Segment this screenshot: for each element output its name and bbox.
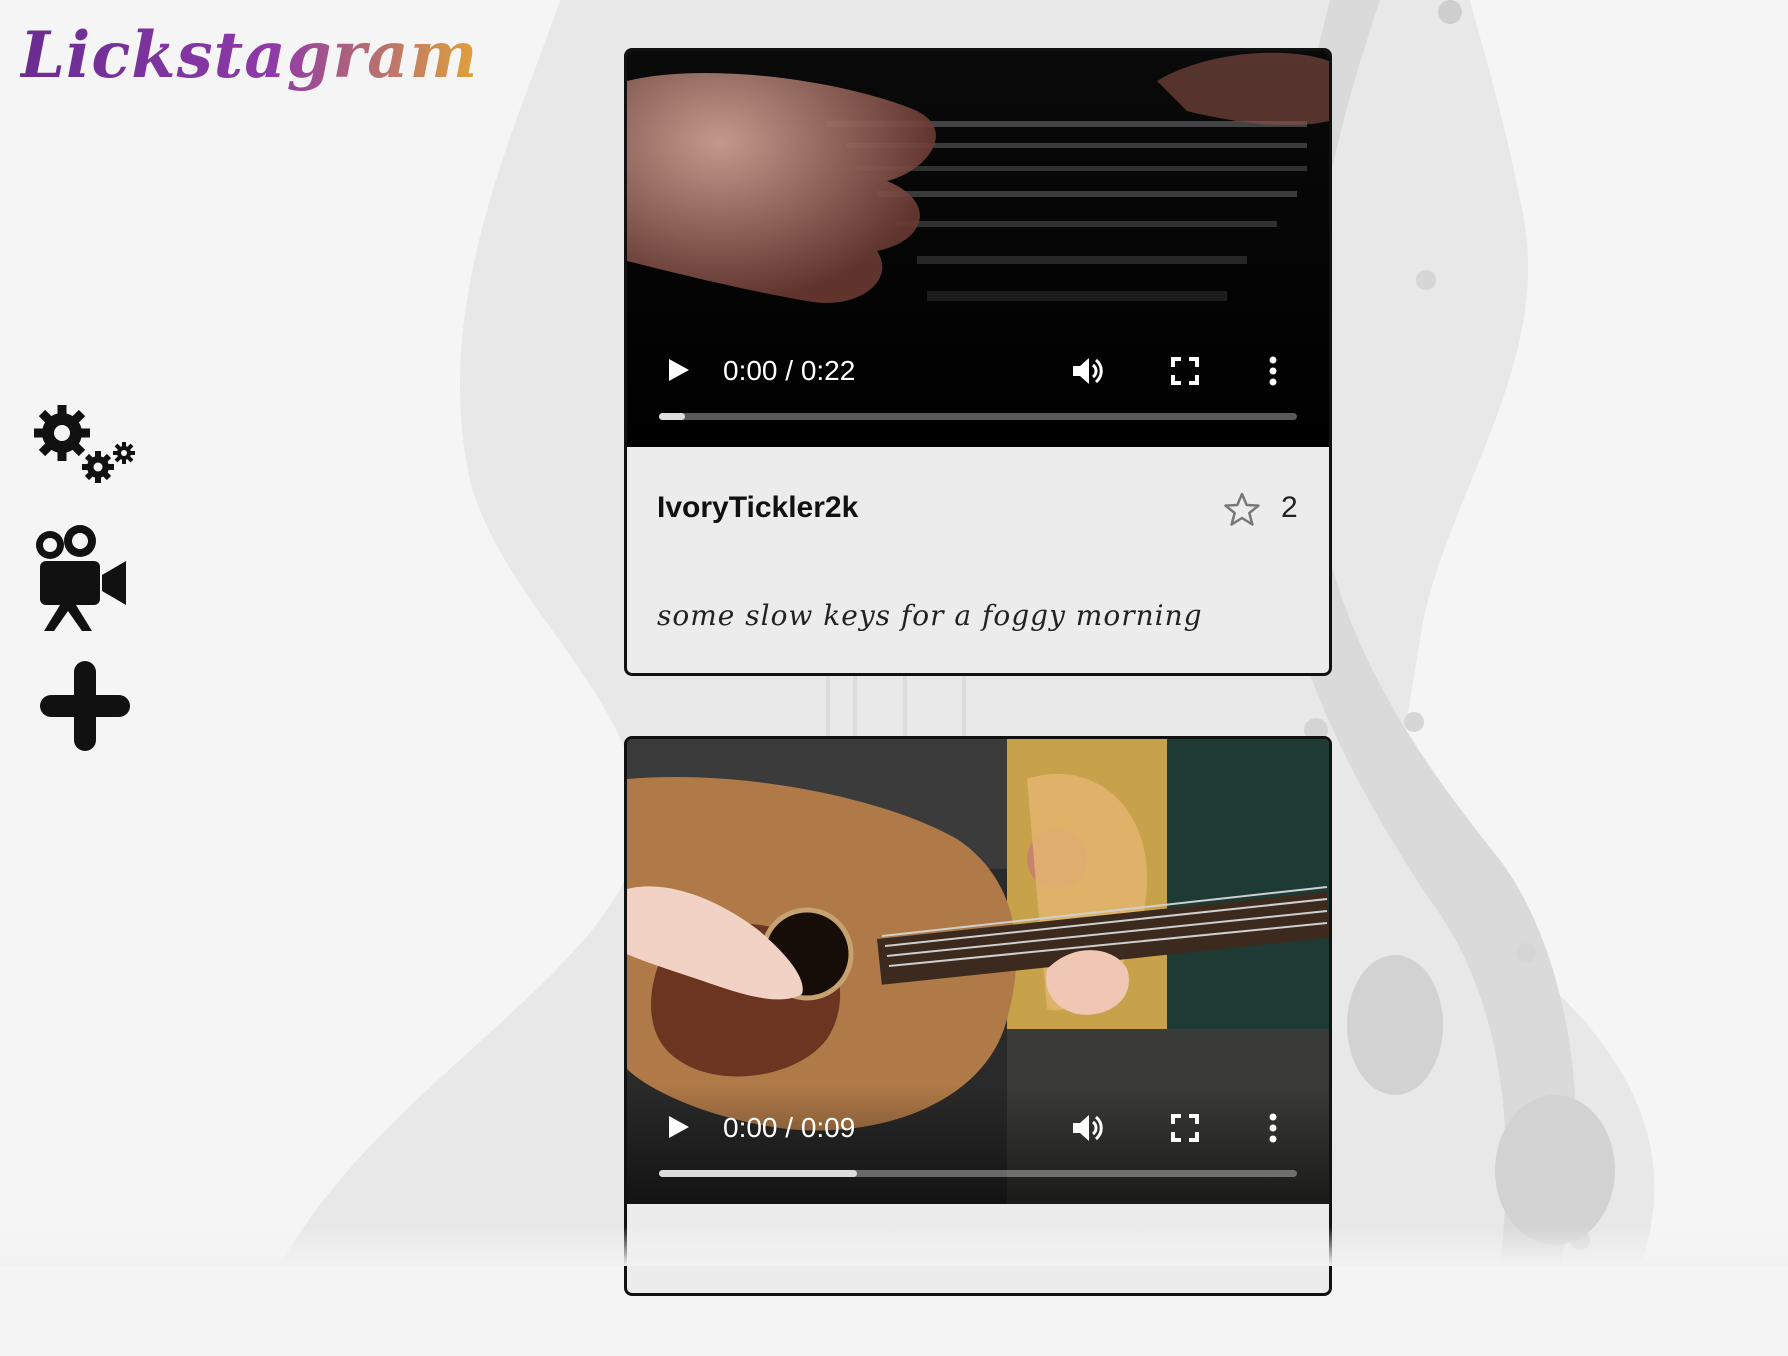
- plus-icon: [40, 661, 130, 751]
- video-time: 0:00 / 0:09: [723, 1112, 856, 1143]
- app-logo[interactable]: Lickstagram: [20, 18, 478, 93]
- videos-button[interactable]: [30, 523, 140, 633]
- video-progress-bar[interactable]: [659, 413, 1297, 420]
- post-caption: some slow keys for a foggy morning: [657, 599, 1203, 632]
- video-controls: 0:00 / 0:22: [627, 327, 1329, 447]
- play-icon[interactable]: [665, 357, 691, 383]
- volume-icon[interactable]: [1071, 1112, 1105, 1144]
- settings-button[interactable]: [30, 395, 140, 505]
- bottom-fade: [0, 1226, 1788, 1266]
- video-progress-fill: [659, 1170, 857, 1177]
- post-card: 0:00 / 0:09: [624, 736, 1332, 1296]
- star-icon[interactable]: [1223, 491, 1261, 529]
- more-options-icon[interactable]: [1267, 355, 1279, 387]
- gears-icon: [34, 405, 135, 483]
- volume-icon[interactable]: [1071, 355, 1105, 387]
- video-controls: 0:00 / 0:09: [627, 1084, 1329, 1204]
- post-username[interactable]: IvoryTickler2k: [657, 491, 858, 525]
- play-icon[interactable]: [665, 1114, 691, 1140]
- more-options-icon[interactable]: [1267, 1112, 1279, 1144]
- fullscreen-icon[interactable]: [1171, 357, 1199, 385]
- star-count: 2: [1281, 491, 1298, 524]
- add-button[interactable]: [30, 651, 140, 761]
- side-nav: [30, 395, 140, 779]
- video-player[interactable]: 0:00 / 0:22: [627, 51, 1329, 447]
- video-progress-bar[interactable]: [659, 1170, 1297, 1177]
- fullscreen-icon[interactable]: [1171, 1114, 1199, 1142]
- post-info: IvoryTickler2k 2 some slow keys for a fo…: [627, 447, 1329, 673]
- video-time: 0:00 / 0:22: [723, 355, 856, 386]
- video-progress-fill: [659, 413, 685, 420]
- video-feed: 0:00 / 0:22 IvoryTickler2k 2 some slow k…: [624, 48, 1332, 1356]
- video-player[interactable]: 0:00 / 0:09: [627, 739, 1329, 1204]
- movie-camera-icon: [36, 525, 126, 631]
- post-card: 0:00 / 0:22 IvoryTickler2k 2 some slow k…: [624, 48, 1332, 676]
